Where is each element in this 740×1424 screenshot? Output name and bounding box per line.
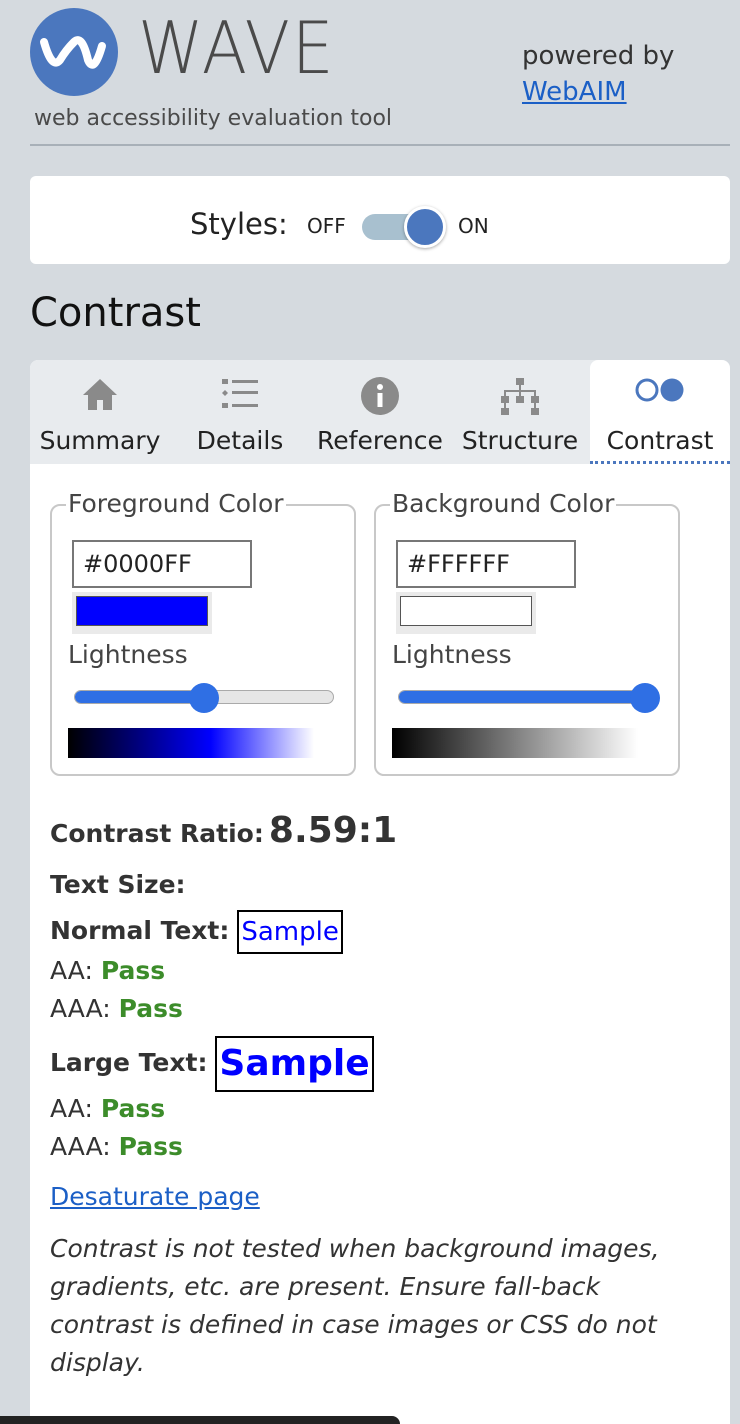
desaturate-page-link[interactable]: Desaturate page bbox=[50, 1182, 260, 1211]
foreground-lightness-gradient bbox=[68, 728, 314, 758]
wave-logo-icon bbox=[30, 8, 118, 96]
background-lightness-gradient bbox=[392, 728, 638, 758]
tab-structure-label: Structure bbox=[461, 426, 579, 455]
styles-off-label: OFF bbox=[307, 214, 346, 238]
normal-text-label: Normal Text: bbox=[50, 916, 230, 945]
large-text-sample: Sample bbox=[215, 1036, 374, 1092]
foreground-slider-fill bbox=[75, 691, 204, 703]
powered-by: powered by WebAIM bbox=[522, 38, 674, 110]
powered-by-text: powered by bbox=[522, 41, 675, 71]
tab-contrast[interactable]: Contrast bbox=[590, 360, 730, 464]
background-lightness-slider[interactable] bbox=[398, 690, 658, 704]
contrast-ratio-label: Contrast Ratio: bbox=[50, 819, 264, 848]
background-legend: Background Color bbox=[390, 488, 617, 520]
contrast-ratio: Contrast Ratio: 8.59:1 bbox=[50, 810, 397, 851]
background-slider-fill bbox=[399, 691, 657, 703]
foreground-lightness-label: Lightness bbox=[68, 640, 188, 669]
background-lightness-label: Lightness bbox=[392, 640, 512, 669]
tab-summary-label: Summary bbox=[39, 426, 161, 455]
normal-aaa-row: AAA: Pass bbox=[50, 994, 183, 1023]
large-text-label: Large Text: bbox=[50, 1048, 208, 1077]
normal-text-sample: Sample bbox=[237, 910, 343, 954]
webaim-link[interactable]: WebAIM bbox=[522, 74, 674, 110]
tab-reference-label: Reference bbox=[317, 426, 443, 455]
foreground-hex-input[interactable]: #0000FF bbox=[72, 540, 252, 588]
normal-text-row: Normal Text: Sample bbox=[50, 910, 343, 954]
foreground-slider-thumb[interactable] bbox=[189, 683, 219, 713]
foreground-swatch[interactable] bbox=[76, 596, 208, 626]
background-hex-input[interactable]: #FFFFFF bbox=[396, 540, 576, 588]
desaturate-row: Desaturate page bbox=[50, 1182, 260, 1211]
text-size-label: Text Size: bbox=[50, 870, 186, 899]
background-swatch-picker[interactable] bbox=[396, 592, 536, 634]
large-aaa-label: AAA: bbox=[50, 1132, 111, 1161]
tab-details[interactable]: Details bbox=[170, 360, 310, 464]
contrast-note: Contrast is not tested when background i… bbox=[50, 1234, 660, 1377]
text-size-heading: Text Size: bbox=[50, 870, 186, 899]
tab-summary[interactable]: Summary bbox=[30, 360, 170, 464]
normal-aa-row: AA: Pass bbox=[50, 956, 165, 985]
styles-panel: Styles: OFF ON bbox=[30, 176, 730, 264]
app-title: WAVE bbox=[138, 6, 336, 90]
structure-icon bbox=[498, 376, 542, 420]
large-aa-status: Pass bbox=[100, 1094, 166, 1123]
large-text-row: Large Text: Sample bbox=[50, 1036, 374, 1092]
foreground-swatch-picker[interactable] bbox=[72, 592, 212, 634]
styles-on-label: ON bbox=[458, 214, 489, 238]
bottom-edge bbox=[0, 1416, 400, 1424]
tab-reference[interactable]: Reference bbox=[310, 360, 450, 464]
background-slider-thumb[interactable] bbox=[630, 683, 660, 713]
header: WAVE web accessibility evaluation tool p… bbox=[0, 0, 740, 150]
tab-structure[interactable]: Structure bbox=[450, 360, 590, 464]
large-aa-label: AA: bbox=[50, 1094, 93, 1123]
large-aaa-row: AAA: Pass bbox=[50, 1132, 183, 1161]
styles-toggle-knob[interactable] bbox=[404, 206, 446, 248]
background-color-group: Background Color #FFFFFF Lightness bbox=[374, 488, 680, 776]
tab-bar: Summary Details Reference Structure Cont… bbox=[30, 360, 730, 464]
foreground-color-group: Foreground Color #0000FF Lightness bbox=[50, 488, 356, 776]
normal-aaa-label: AAA: bbox=[50, 994, 111, 1023]
contrast-ratio-value: 8.59:1 bbox=[268, 810, 398, 851]
large-aaa-status: Pass bbox=[118, 1132, 183, 1161]
page-title: Contrast bbox=[30, 290, 201, 336]
list-icon bbox=[220, 376, 260, 416]
app-tagline: web accessibility evaluation tool bbox=[34, 106, 393, 131]
tab-contrast-label: Contrast bbox=[606, 426, 714, 455]
styles-label: Styles: bbox=[190, 207, 288, 241]
home-icon bbox=[80, 376, 120, 416]
contrast-icon bbox=[633, 376, 687, 408]
contrast-card: Summary Details Reference Structure Cont… bbox=[30, 360, 730, 1424]
tab-details-label: Details bbox=[196, 426, 284, 455]
foreground-legend: Foreground Color bbox=[66, 488, 286, 520]
header-divider bbox=[30, 144, 730, 146]
info-icon bbox=[360, 376, 400, 420]
background-swatch[interactable] bbox=[400, 596, 532, 626]
normal-aa-label: AA: bbox=[50, 956, 93, 985]
large-aa-row: AA: Pass bbox=[50, 1094, 165, 1123]
normal-aa-status: Pass bbox=[100, 956, 166, 985]
normal-aaa-status: Pass bbox=[118, 994, 183, 1023]
